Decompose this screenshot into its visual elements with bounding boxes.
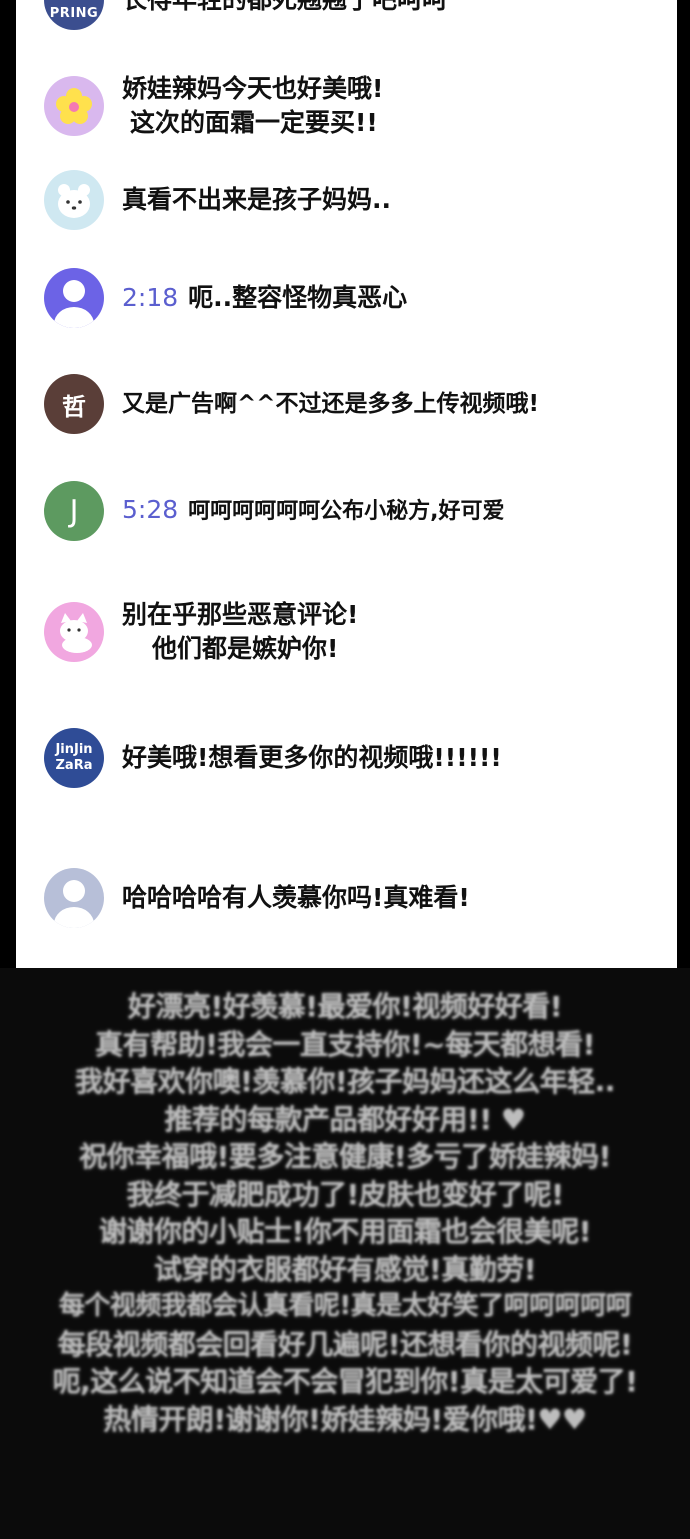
avatar[interactable] [44, 268, 104, 328]
wall-line: 祝你幸福哦!要多注意健康!多亏了娇娃辣妈! [79, 1140, 611, 1173]
wall-line: 我好喜欢你噢!羡慕你!孩子妈妈还这么年轻.. [75, 1065, 615, 1098]
avatar[interactable] [44, 868, 104, 928]
avatar[interactable] [44, 76, 104, 136]
cat-icon [60, 613, 92, 653]
avatar-label: JinJin ZaRa [55, 742, 93, 773]
timestamp-link[interactable]: 5:28 [122, 495, 178, 524]
wall-line: 热情开朗!谢谢你!娇娃辣妈!爱你哦!♥♥ [103, 1402, 587, 1436]
comment-wall: 好漂亮!好羡慕!最爱你!视频好好看! 真有帮助!我会一直支持你!~每天都想看! … [0, 988, 690, 1438]
flower-icon [56, 88, 92, 124]
avatar[interactable]: 哲 [44, 374, 104, 434]
comment-item: 娇娃辣妈今天也好美哦! 这次的面霜一定要买!! [44, 72, 383, 140]
person-icon [54, 280, 94, 328]
comment-item: 别在乎那些恶意评论! 他们都是嫉妒你! [44, 598, 358, 666]
wall-line: 呃,这么说不知道会不会冒犯到你!真是太可爱了! [52, 1365, 638, 1398]
comment-line: 长得年轻的都死翘翘了吧呵呵 [122, 0, 447, 14]
comment-text: 5:28 呵呵呵呵呵呵公布小秘方,好可爱 [122, 493, 505, 529]
comment-line: 别在乎那些恶意评论! [122, 600, 359, 629]
comment-line: 呵呵呵呵呵呵公布小秘方,好可爱 [188, 499, 505, 524]
timestamp-link[interactable]: 2:18 [122, 283, 178, 312]
comment-text: 哈哈哈哈有人羡慕你吗!真难看! [122, 881, 470, 915]
person-icon [54, 880, 94, 928]
comment-item: PRING 长得年轻的都死翘翘了吧呵呵 [44, 0, 447, 30]
wall-line: 我终于减肥成功了!皮肤也变好了呢! [126, 1177, 564, 1211]
avatar-label: PRING [49, 5, 99, 21]
wall-line: 好漂亮!好羡慕!最爱你!视频好好看! [127, 990, 563, 1023]
comment-text: 娇娃辣妈今天也好美哦! 这次的面霜一定要买!! [122, 72, 383, 140]
comment-item: 哈哈哈哈有人羡慕你吗!真难看! [44, 868, 470, 928]
avatar-label: J [69, 493, 79, 529]
comment-text: 长得年轻的都死翘翘了吧呵呵 [122, 0, 447, 17]
comment-text: 2:18 呃..整容怪物真恶心 [122, 281, 407, 315]
comment-item: JinJin ZaRa 好美哦!想看更多你的视频哦!!!!!! [44, 728, 502, 788]
wall-line: 试穿的衣服都好有感觉!真勤劳! [153, 1252, 537, 1286]
comment-text: 真看不出来是孩子妈妈.. [122, 183, 391, 217]
comment-text: 又是广告啊^^不过还是多多上传视频哦! [122, 387, 539, 421]
comment-line: 真看不出来是孩子妈妈.. [122, 185, 391, 214]
avatar[interactable]: J [44, 481, 104, 541]
comment-line: 又是广告啊^^不过还是多多上传视频哦! [122, 391, 540, 417]
avatar-label: 哲 [62, 392, 86, 421]
comment-item: 哲 又是广告啊^^不过还是多多上传视频哦! [44, 374, 539, 434]
comment-text: 别在乎那些恶意评论! 他们都是嫉妒你! [122, 598, 358, 666]
comment-line: 呃..整容怪物真恶心 [188, 283, 408, 312]
wall-line: 谢谢你的小贴士!你不用面霜也会很美呢! [98, 1215, 592, 1248]
comment-line: 他们都是嫉妒你! [152, 634, 339, 663]
comment-line: 娇娃辣妈今天也好美哦! [122, 74, 384, 103]
comment-line: 好美哦!想看更多你的视频哦!!!!!! [122, 743, 502, 772]
comment-text: 好美哦!想看更多你的视频哦!!!!!! [122, 741, 502, 775]
wall-line: 推荐的每款产品都好好用!! ♥ [164, 1102, 526, 1136]
wall-line: 每段视频都会回看好几遍呢!还想看你的视频呢! [57, 1327, 633, 1361]
avatar[interactable] [44, 602, 104, 662]
comment-item: 真看不出来是孩子妈妈.. [44, 170, 391, 230]
wall-line: 真有帮助!我会一直支持你!~每天都想看! [95, 1027, 595, 1061]
wall-line: 每个视频我都会认真看呢!真是太好笑了呵呵呵呵呵 [58, 1291, 632, 1321]
comment-item: J 5:28 呵呵呵呵呵呵公布小秘方,好可爱 [44, 481, 505, 541]
comment-line: 哈哈哈哈有人羡慕你吗!真难看! [122, 883, 470, 912]
comment-line: 这次的面霜一定要买!! [130, 108, 378, 137]
avatar[interactable]: PRING [44, 0, 104, 30]
avatar[interactable] [44, 170, 104, 230]
bear-icon [58, 184, 90, 218]
avatar[interactable]: JinJin ZaRa [44, 728, 104, 788]
comment-item: 2:18 呃..整容怪物真恶心 [44, 268, 407, 328]
